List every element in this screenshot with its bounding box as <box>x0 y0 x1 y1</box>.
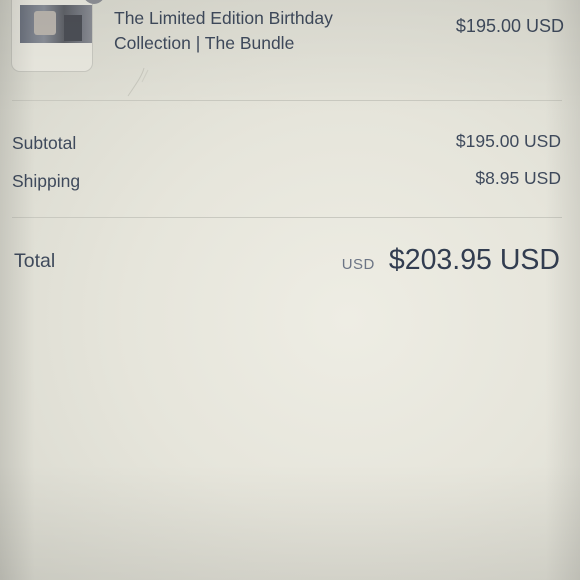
product-name-line-1: The Limited Edition Birthday <box>114 8 333 28</box>
subtotal-label: Subtotal <box>12 133 77 153</box>
product-name-line-2: Collection | The Bundle <box>114 33 295 53</box>
shipping-label: Shipping <box>12 171 81 191</box>
divider-top <box>12 100 562 101</box>
total-label: Total <box>14 250 56 272</box>
subtotal-value: $195.00 USD <box>455 131 561 151</box>
product-image <box>20 5 92 43</box>
divider-bottom <box>12 217 562 218</box>
shipping-value: $8.95 USD <box>475 168 561 188</box>
total-value: $203.95 USD <box>388 244 560 276</box>
product-thumbnail <box>11 0 93 72</box>
total-currency-code: USD <box>341 256 375 273</box>
product-line-item: The Limited Edition Birthday Collection … <box>0 0 580 100</box>
total-amount: USD $203.95 USD <box>342 244 560 277</box>
screen-smudge <box>127 67 149 97</box>
product-name: The Limited Edition Birthday Collection … <box>114 6 414 56</box>
product-price: $195.00 USD <box>455 16 564 36</box>
